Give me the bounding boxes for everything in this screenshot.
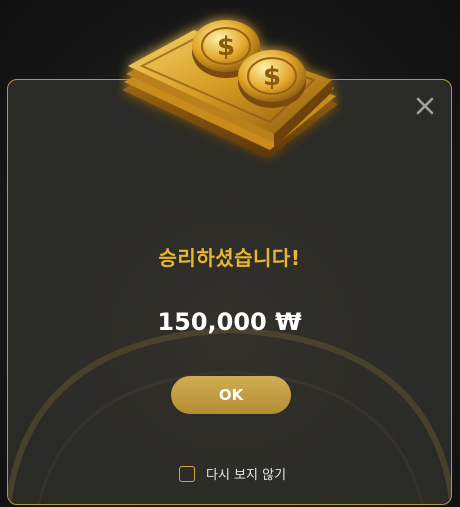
close-icon (416, 97, 434, 115)
ok-button[interactable]: OK (171, 376, 291, 414)
dont-show-again-label: 다시 보지 않기 (206, 468, 287, 483)
win-amount: 150,000 ₩ (157, 308, 302, 336)
gold-coins-cash-icon: $ $ (122, 20, 338, 158)
svg-text:$: $ (263, 62, 281, 92)
dont-show-again-checkbox[interactable] (179, 465, 195, 482)
win-title: 승리하셨습니다! (158, 246, 301, 270)
svg-text:$: $ (217, 32, 235, 62)
dont-show-again-option[interactable]: 다시 보지 않기 (179, 464, 286, 483)
close-button[interactable] (413, 94, 437, 118)
